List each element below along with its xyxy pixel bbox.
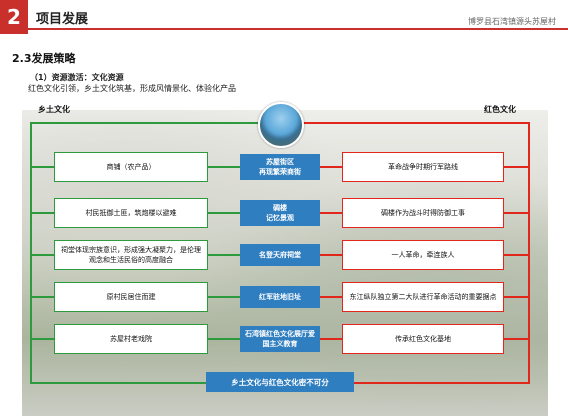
project-name: 博罗县石湾镇源头苏屋村 [468, 17, 556, 26]
center-item-3: 名登天府祠堂 [240, 244, 320, 266]
red-link-5 [320, 338, 342, 340]
left-item-4: 原村民居住而建 [54, 282, 208, 312]
green-link-1 [208, 166, 240, 168]
red-link-1 [320, 166, 342, 168]
green-top-line [30, 122, 258, 124]
green-link-5 [208, 338, 240, 340]
red-link-2 [320, 212, 342, 214]
red-top-line [300, 122, 530, 124]
section-number-badge: 2 [0, 0, 28, 34]
red-bottom-line [354, 382, 530, 384]
green-branch-4 [30, 296, 54, 298]
center-item-4: 红军驻地旧址 [240, 286, 320, 308]
right-item-4: 东江纵队独立第二大队进行革命活动的重要据点 [342, 282, 504, 312]
section-title: 2.3发展策略 [12, 52, 76, 65]
center-item-5: 石湾镇红色文化展厅爱国主义教育 [240, 326, 320, 352]
center-item-1: 苏屋街区 再现繁荣商街 [240, 154, 320, 180]
section-subtitle: （1）资源激活：文化资源 [30, 73, 124, 82]
right-item-3: 一人革命，牵连族人 [342, 240, 504, 270]
green-left-vertical [30, 122, 32, 384]
red-branch-1 [504, 166, 530, 168]
right-item-2: 碉楼作为战斗时得防御工事 [342, 198, 504, 228]
green-bottom-line [30, 382, 206, 384]
green-branch-1 [30, 166, 54, 168]
left-item-1: 商铺（农产品） [54, 152, 208, 182]
section-description: 红色文化引领，乡土文化筑基，形成风情景化、体验化产品 [28, 84, 236, 93]
red-link-3 [320, 254, 342, 256]
green-branch-5 [30, 338, 54, 340]
red-right-vertical [528, 122, 530, 384]
green-link-2 [208, 212, 240, 214]
right-item-5: 传承红色文化基地 [342, 324, 504, 354]
red-branch-2 [504, 212, 530, 214]
red-branch-5 [504, 338, 530, 340]
left-item-3: 祠堂体现宗族意识，形成强大凝聚力，是伦理观念和生活民俗的高度融合 [54, 240, 208, 270]
page-title: 项目发展 [36, 12, 89, 27]
left-item-5: 苏屋村老戏院 [54, 324, 208, 354]
conclusion-box: 乡土文化与红色文化密不可分 [206, 372, 354, 392]
header-divider [28, 28, 568, 30]
green-link-4 [208, 296, 240, 298]
green-branch-2 [30, 212, 54, 214]
red-branch-4 [504, 296, 530, 298]
right-item-1: 革命战争时期行军路线 [342, 152, 504, 182]
center-item-2: 碉楼 记忆景观 [240, 200, 320, 226]
header-bar: 2 项目发展 博罗县石湾镇源头苏屋村 [0, 0, 568, 34]
left-category-label: 乡土文化 [38, 105, 70, 114]
green-link-3 [208, 254, 240, 256]
red-link-4 [320, 296, 342, 298]
red-branch-3 [504, 254, 530, 256]
green-branch-3 [30, 254, 54, 256]
center-photo-circle [258, 102, 304, 148]
left-item-2: 村民抵御土匪，筑炮楼以避难 [54, 198, 208, 228]
right-category-label: 红色文化 [484, 105, 516, 114]
